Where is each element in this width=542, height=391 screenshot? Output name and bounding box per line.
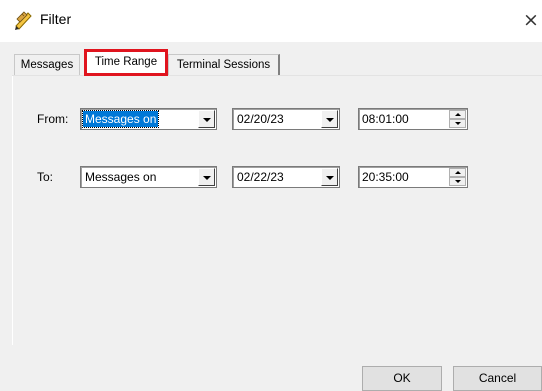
spin-up-icon[interactable]: [449, 168, 466, 177]
ok-button[interactable]: OK: [362, 366, 442, 391]
from-time-spinner[interactable]: 08:01:00: [358, 108, 468, 130]
chevron-down-icon[interactable]: [198, 110, 215, 128]
spinner-buttons: [449, 110, 466, 128]
window-title: Filter: [40, 11, 72, 27]
close-button[interactable]: ×: [520, 8, 542, 32]
to-label: To:: [37, 170, 54, 184]
spinner-buttons: [449, 168, 466, 186]
to-date-value: 02/22/23: [237, 170, 284, 184]
tab-time-range[interactable]: Time Range: [84, 49, 168, 76]
spin-down-icon[interactable]: [449, 177, 466, 186]
spin-up-icon[interactable]: [449, 110, 466, 119]
tab-terminal-sessions[interactable]: Terminal Sessions: [168, 54, 280, 76]
tab-label: Terminal Sessions: [176, 59, 271, 71]
pencil-ruler-icon: [15, 11, 32, 30]
spin-down-icon[interactable]: [449, 119, 466, 128]
chevron-down-icon[interactable]: [321, 110, 338, 128]
cancel-button[interactable]: Cancel: [453, 366, 542, 391]
to-date-picker[interactable]: 02/22/23: [232, 166, 340, 188]
from-kind-dropdown[interactable]: Messages on: [80, 108, 217, 130]
from-label: From:: [37, 112, 69, 126]
to-kind-value: Messages on: [85, 170, 157, 184]
to-time-spinner[interactable]: 20:35:00: [358, 166, 468, 188]
chevron-down-icon[interactable]: [321, 168, 338, 186]
chevron-down-icon[interactable]: [198, 168, 215, 186]
from-date-picker[interactable]: 02/20/23: [232, 108, 340, 130]
tab-messages[interactable]: Messages: [14, 54, 80, 76]
from-time-value: 08:01:00: [362, 112, 409, 126]
tab-label: Messages: [20, 59, 74, 71]
title-bar: Filter ×: [0, 0, 542, 42]
from-kind-value: Messages on: [81, 110, 160, 128]
from-date-value: 02/20/23: [237, 112, 284, 126]
to-time-value: 20:35:00: [362, 170, 409, 184]
to-kind-dropdown[interactable]: Messages on: [80, 166, 217, 188]
close-icon: ×: [523, 9, 539, 31]
tab-label: Time Range: [94, 56, 158, 68]
